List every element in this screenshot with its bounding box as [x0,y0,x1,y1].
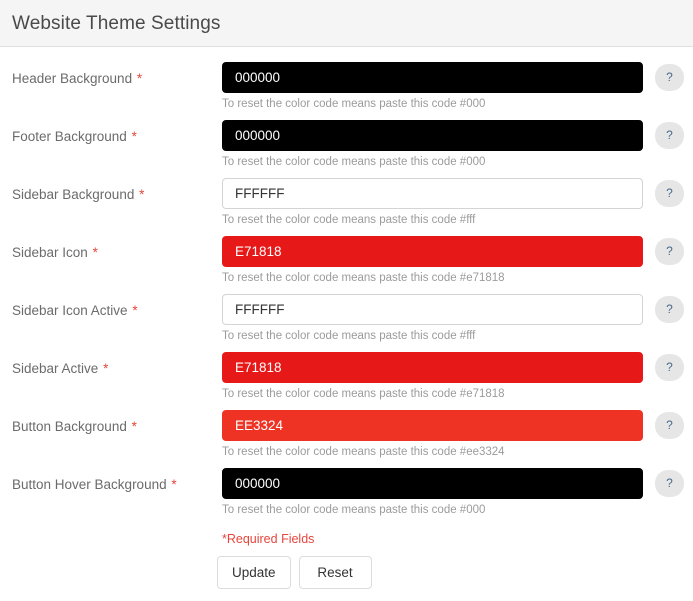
color-field-row: Footer Background * To reset the color co… [0,120,693,178]
panel-header: Website Theme Settings [0,0,693,47]
field-label-text: Footer Background [12,129,127,144]
help-icon[interactable]: ? [655,238,684,265]
field-helper-text: To reset the color code means paste this… [222,156,486,168]
required-fields-note: *Required Fields [222,532,315,546]
field-helper-text: To reset the color code means paste this… [222,446,505,458]
help-icon[interactable]: ? [655,180,684,207]
required-asterisk: * [131,419,137,434]
field-label-text: Button Background [12,419,127,434]
field-helper-text: To reset the color code means paste this… [222,388,505,400]
field-label-text: Sidebar Icon Active [12,303,128,318]
field-input-wrapper: To reset the color code means paste this… [222,468,643,517]
page-title: Website Theme Settings [12,12,221,34]
help-icon[interactable]: ? [655,354,684,381]
field-helper-text: To reset the color code means paste this… [222,330,476,342]
color-field-row: Sidebar Background * To reset the color c… [0,178,693,236]
field-label-text: Header Background [12,71,133,86]
field-input-wrapper: To reset the color code means paste this… [222,294,643,343]
field-input-wrapper: To reset the color code means paste this… [222,62,643,111]
field-input-wrapper: To reset the color code means paste this… [222,178,643,227]
field-helper-text: To reset the color code means paste this… [222,214,476,226]
help-icon[interactable]: ? [655,64,684,91]
color-code-input[interactable] [222,352,643,383]
form-action-bar: Update Reset [217,556,372,589]
color-code-input[interactable] [222,178,643,209]
field-label-text: Button Hover Background [12,477,167,492]
field-label: Header Background * [12,71,142,86]
field-input-wrapper: To reset the color code means paste this… [222,120,643,169]
help-icon[interactable]: ? [655,122,684,149]
required-asterisk: * [92,245,98,260]
field-label: Sidebar Active * [12,361,108,376]
color-code-input[interactable] [222,410,643,441]
color-field-row: Button Hover Background * To reset the co… [0,468,693,526]
theme-settings-form: Header Background * To reset the color co… [0,47,693,526]
help-icon[interactable]: ? [655,412,684,439]
required-asterisk: * [103,361,109,376]
field-label-text: Sidebar Icon [12,245,88,260]
field-label: Sidebar Icon Active * [12,303,138,318]
color-code-input[interactable] [222,120,643,151]
color-field-row: Sidebar Active * To reset the color code … [0,352,693,410]
color-code-input[interactable] [222,294,643,325]
color-field-row: Sidebar Icon Active * To reset the color … [0,294,693,352]
field-label: Sidebar Icon * [12,245,98,260]
field-label: Footer Background * [12,129,137,144]
required-asterisk: * [132,303,138,318]
field-helper-text: To reset the color code means paste this… [222,504,486,516]
field-label: Sidebar Background * [12,187,144,202]
theme-settings-panel: Website Theme Settings Header Background… [0,0,693,601]
field-label-text: Sidebar Background [12,187,135,202]
required-asterisk: * [136,71,143,86]
required-asterisk: * [139,187,145,202]
help-icon[interactable]: ? [655,470,684,497]
color-code-input[interactable] [222,236,643,267]
color-field-row: Sidebar Icon * To reset the color code me… [0,236,693,294]
field-helper-text: To reset the color code means paste this… [222,98,486,110]
field-label-text: Sidebar Active [12,361,99,376]
color-code-input[interactable] [222,62,643,93]
help-icon[interactable]: ? [655,296,684,323]
field-label: Button Background * [12,419,137,434]
field-input-wrapper: To reset the color code means paste this… [222,352,643,401]
reset-button[interactable]: Reset [298,556,372,589]
field-helper-text: To reset the color code means paste this… [222,272,505,284]
color-code-input[interactable] [222,468,643,499]
required-asterisk: * [131,129,137,144]
color-field-row: Header Background * To reset the color co… [0,62,693,120]
field-input-wrapper: To reset the color code means paste this… [222,236,643,285]
required-asterisk: * [171,477,177,492]
update-button[interactable]: Update [217,556,291,589]
color-field-row: Button Background * To reset the color co… [0,410,693,468]
field-label: Button Hover Background * [12,477,177,492]
field-input-wrapper: To reset the color code means paste this… [222,410,643,459]
